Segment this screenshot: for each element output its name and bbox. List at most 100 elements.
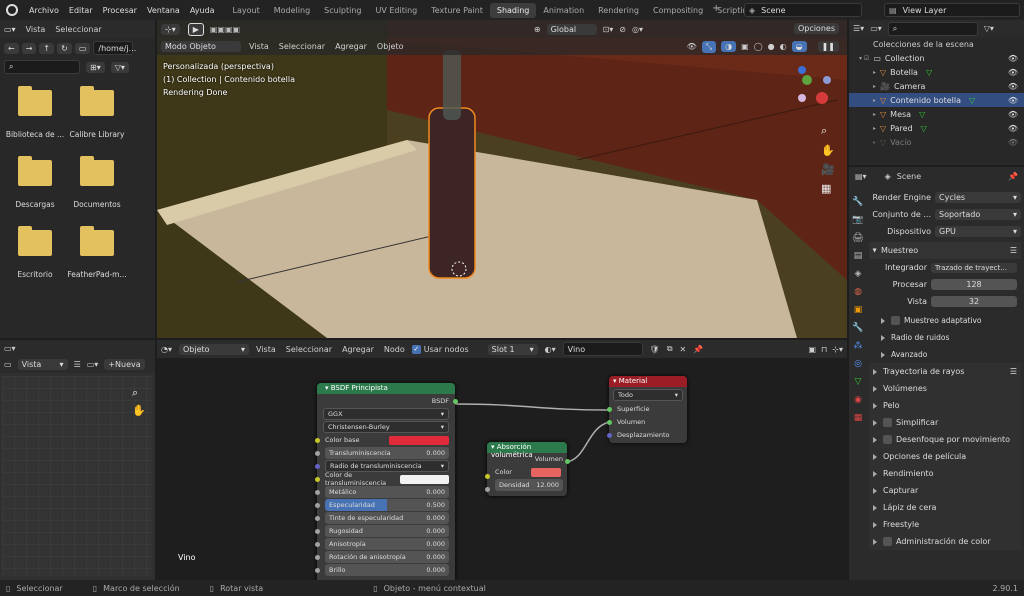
bsdf-input-8[interactable]: Anisotropía 0.000 (315, 538, 455, 550)
material-output-node[interactable]: ▾ Material Todo ▾ Superficie Volumen Despla… (607, 376, 687, 443)
menu-ventana[interactable]: Ventana (147, 6, 180, 15)
sampling-subpanel-0[interactable]: Muestreo adaptativo (881, 312, 1021, 329)
material-tab-icon[interactable]: ◉ (854, 395, 862, 405)
orientation-dropdown[interactable]: Global (546, 23, 597, 35)
shading-rendered-icon[interactable]: ◒ (791, 41, 807, 52)
file-item[interactable]: Descargas (4, 156, 66, 209)
bsdf-node-header[interactable]: ▾ BSDF Principista (317, 383, 455, 394)
panel-enable-checkbox[interactable] (883, 418, 892, 427)
select-tool-icon[interactable]: ▶ (187, 22, 204, 36)
principled-bsdf-node[interactable]: ▾ BSDF Principista BSDF GGX ▾ Christensen… (315, 383, 458, 580)
material-input-1[interactable]: Volumen (607, 416, 687, 428)
expand-arrow-icon[interactable]: ▸ (873, 97, 876, 104)
back-arrow-icon[interactable]: ← (4, 42, 19, 54)
sss-method-dropdown[interactable]: Christensen-Burley ▾ (323, 421, 449, 433)
display-mode-icon[interactable]: ▭▾ (870, 24, 882, 33)
render-samples-field[interactable]: 128 (931, 279, 1017, 290)
expand-arrow-icon[interactable]: ▸ (873, 139, 876, 146)
material-input-socket[interactable] (607, 433, 612, 438)
blender-logo-icon[interactable] (6, 4, 18, 16)
bsdf-input-1[interactable]: Transluminiscencia 0.000 (315, 447, 455, 459)
bsdf-input-socket[interactable] (315, 555, 320, 560)
menu-ayuda[interactable]: Ayuda (190, 6, 215, 15)
bsdf-input-socket[interactable] (315, 464, 320, 469)
outliner-item-pared[interactable]: ▸ ▽ Pared ▽ 👁 (849, 121, 1024, 135)
render-engine-dropdown[interactable]: Cycles ▾ (935, 192, 1021, 203)
adaptive-sampling-checkbox[interactable] (891, 316, 900, 325)
integrator-dropdown[interactable]: Trazado de trayect... (931, 262, 1017, 273)
image-editor-type-icon[interactable]: ▭▾ (4, 344, 16, 353)
outliner-item-collection[interactable]: ▾ ☑ ▭ Collection 👁 (849, 51, 1024, 65)
object-tab-icon[interactable]: ▣ (854, 305, 863, 315)
output-target-dropdown[interactable]: Todo ▾ (613, 389, 683, 401)
options-dropdown[interactable]: Opciones (793, 23, 839, 34)
menu-icon[interactable]: ☰ (74, 360, 81, 369)
viewport-menu-seleccionar[interactable]: Seleccionar (279, 42, 325, 51)
new-folder-icon[interactable]: ▭ (74, 42, 91, 54)
presets-icon[interactable]: ☰ (1010, 367, 1017, 376)
properties-editor-icon[interactable]: ▤▾ (855, 172, 867, 181)
density-socket[interactable] (485, 487, 490, 492)
panel-pelo[interactable]: Pelo (869, 397, 1021, 414)
view-layer-selector[interactable]: ▤ View Layer (884, 3, 1020, 17)
particles-tab-icon[interactable]: ⁂ (854, 341, 863, 351)
bsdf-input-10[interactable]: Brillo 0.000 (315, 564, 455, 576)
material-input-socket[interactable] (607, 420, 612, 425)
bsdf-input-socket[interactable] (315, 542, 320, 547)
panel-freestyle[interactable]: Freestyle (869, 516, 1021, 533)
density-field[interactable]: Densidad 12.000 (495, 479, 563, 491)
tab-compositing[interactable]: Compositing (646, 3, 710, 18)
ortho-grid-icon[interactable]: ▦ (821, 182, 835, 195)
orientation-icon[interactable]: ⊕ (534, 25, 541, 34)
parent-dir-icon[interactable]: ↑ (39, 42, 55, 54)
filter-icon[interactable]: ▽▾ (984, 24, 994, 33)
bsdf-input-0[interactable]: Color base (315, 434, 455, 446)
panel-capturar[interactable]: Capturar (869, 482, 1021, 499)
3d-viewport[interactable]: ⊹▾ ▶ ▣▣▣▣ ⊕ Global ⊡▾ ⊘ ◎▾ Opciones Modo… (157, 20, 847, 338)
viewport-menu-agregar[interactable]: Agregar (335, 42, 367, 51)
sampling-subpanel-1[interactable]: Radio de ruidos (881, 329, 1021, 346)
menu-vista[interactable]: Vista (26, 25, 46, 34)
absorb-color-swatch[interactable] (531, 467, 561, 477)
modifier-tab-icon[interactable]: 🔧 (852, 323, 863, 333)
panel-enable-checkbox[interactable] (883, 435, 892, 444)
zoom-icon[interactable]: ⌕ (821, 124, 835, 138)
forward-arrow-icon[interactable]: → (21, 42, 37, 54)
menu-editar[interactable]: Editar (69, 6, 93, 15)
bsdf-input-socket[interactable] (315, 516, 320, 521)
bsdf-input-6[interactable]: Tinte de especularidad 0.000 (315, 512, 455, 524)
visibility-eye-icon[interactable]: 👁 (1008, 110, 1018, 119)
xray-icon[interactable]: ▣ (741, 42, 749, 51)
viewport-menu-objeto[interactable]: Objeto (377, 42, 404, 51)
expand-arrow-icon[interactable]: ▸ (873, 83, 876, 90)
bsdf-input-9[interactable]: Rotación de anisotropía 0.000 (315, 551, 455, 563)
constraints-tab-icon[interactable]: ▽ (855, 377, 862, 387)
tab-animation[interactable]: Animation (536, 3, 591, 18)
texture-tab-icon[interactable]: ▦ (854, 413, 863, 423)
gizmo-z[interactable] (798, 66, 806, 74)
bsdf-input-socket[interactable] (315, 490, 320, 495)
panel-administración-de-color[interactable]: Administración de color (869, 533, 1021, 550)
bsdf-output-socket[interactable] (453, 399, 458, 404)
panel-volúmenes[interactable]: Volúmenes (869, 380, 1021, 397)
material-input-socket[interactable] (607, 407, 612, 412)
bottle-body[interactable] (428, 107, 476, 279)
visibility-eye-icon[interactable]: 👁 (1008, 96, 1018, 105)
panel-simplificar[interactable]: Simplificar (869, 414, 1021, 431)
panel-lápiz-de-cera[interactable]: Lápiz de cera (869, 499, 1021, 516)
tab-sculpting[interactable]: Sculpting (317, 3, 368, 18)
view-layer-tab-icon[interactable]: ▤ (854, 251, 863, 261)
world-tab-icon[interactable]: ◍ (854, 287, 862, 297)
shader-node-editor[interactable]: ◔▾ Objeto ▾ Vista Seleccionar Agregar Nodo ✓… (157, 340, 847, 580)
menu-procesar[interactable]: Procesar (103, 6, 137, 15)
file-item[interactable]: Calibre Library (66, 86, 128, 139)
distribution-dropdown[interactable]: GGX ▾ (323, 408, 449, 420)
menu-archivo[interactable]: Archivo (29, 6, 59, 15)
file-search-input[interactable]: ⌕ (4, 60, 80, 74)
panel-opciones-de-película[interactable]: Opciones de película (869, 448, 1021, 465)
tab-layout[interactable]: Layout (226, 3, 267, 18)
bsdf-input-socket[interactable] (315, 477, 320, 482)
material-input-0[interactable]: Superficie (607, 403, 687, 415)
sampling-subpanel-2[interactable]: Avanzado (881, 346, 1021, 363)
path-field[interactable]: /home/j... (93, 41, 136, 55)
